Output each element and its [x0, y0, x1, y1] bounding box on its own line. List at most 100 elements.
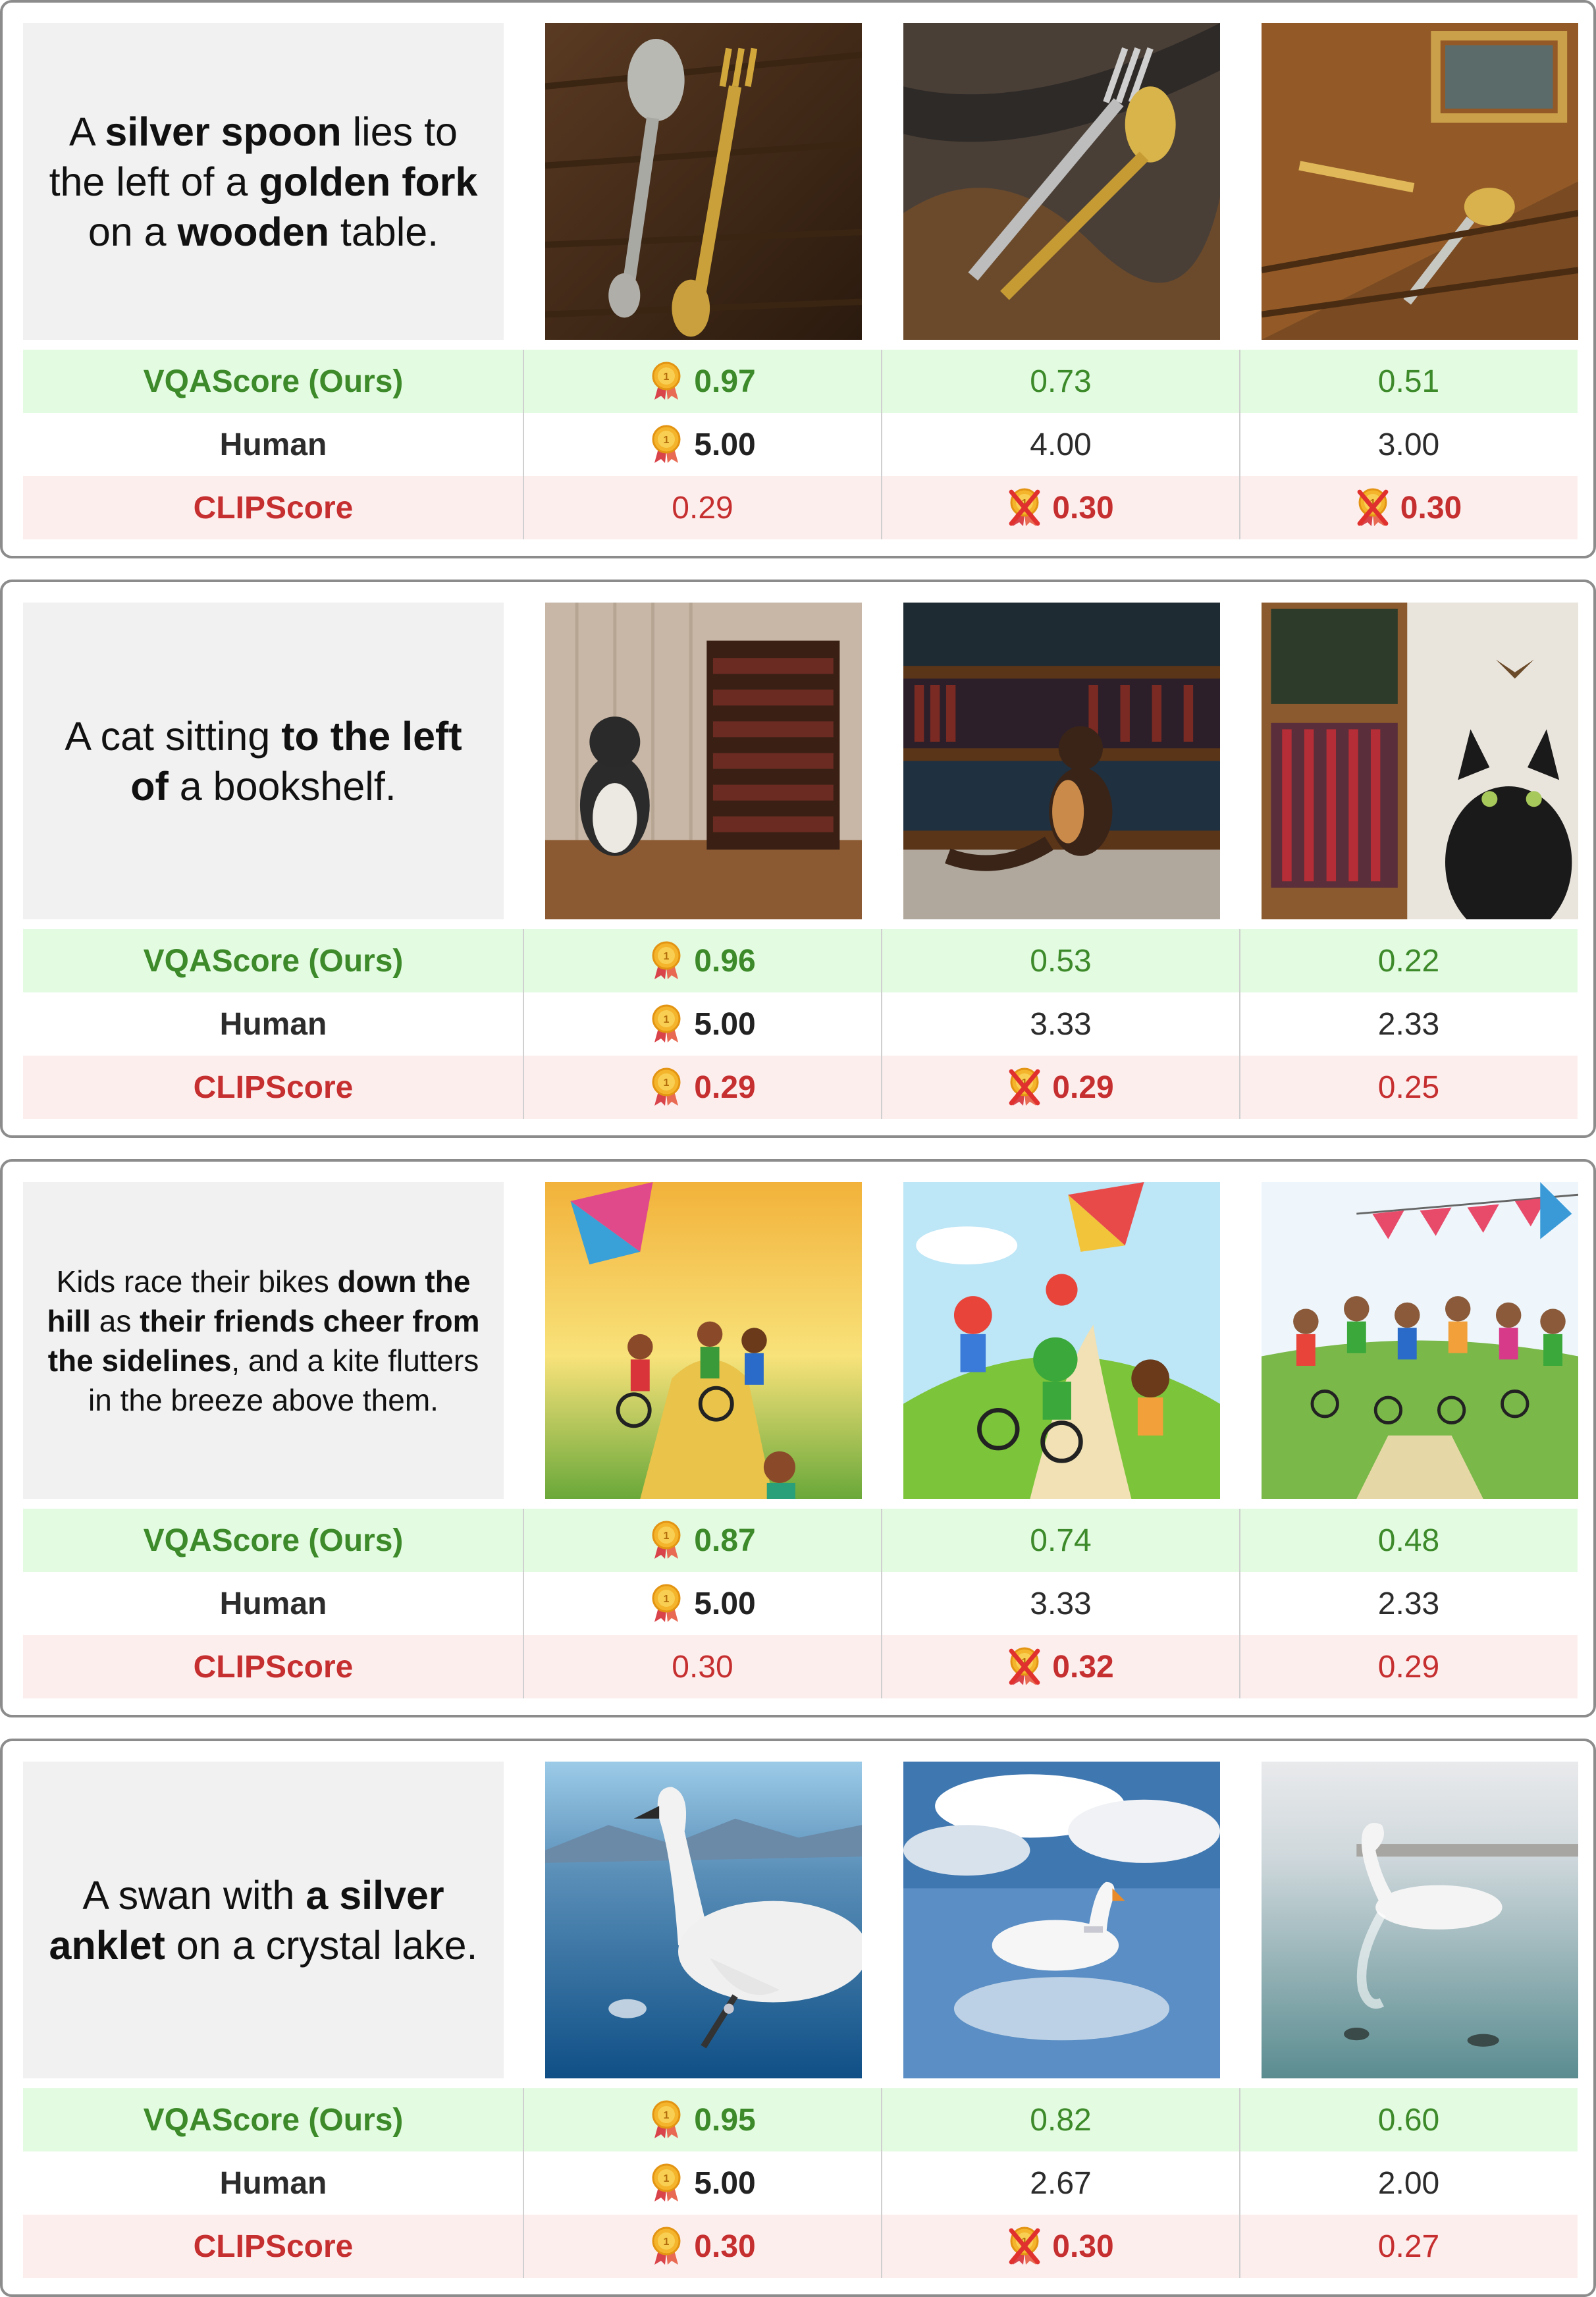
prompt-box: A swan with a silver anklet on a crystal…: [23, 1762, 504, 2078]
score-value: 2.33: [1377, 1586, 1440, 1621]
score-value: 0.25: [1377, 1069, 1440, 1105]
medal-icon: 1: [652, 362, 681, 400]
score-cell: 1 0.95: [523, 2088, 882, 2151]
svg-text:1: 1: [664, 1077, 670, 1089]
vqascore-row: VQAScore (Ours) 1 0.97 0.73 0.51: [23, 350, 1578, 413]
score-value: 0.30: [1052, 490, 1114, 526]
row-label-vqascore: VQAScore (Ours): [143, 1523, 404, 1558]
score-value: 0.30: [672, 1649, 733, 1685]
prompt-text: A swan with a silver anklet on a crystal…: [43, 1870, 484, 1970]
row-label-clipscore: CLIPScore: [193, 2229, 354, 2264]
prompt-text: Kids race their bikes down the hill as t…: [43, 1262, 484, 1420]
score-cell: 2.33: [1240, 1572, 1578, 1635]
score-value: 5.00: [694, 2165, 756, 2201]
spoon-fork-image-1: [545, 23, 862, 340]
clipscore-row: CLIPScore 1 0.29 1 0.29 0.25: [23, 1056, 1578, 1119]
crossed-medal-icon: 1: [1009, 1647, 1040, 1685]
score-value: 0.29: [694, 1069, 756, 1105]
svg-text:1: 1: [664, 2110, 670, 2121]
medal-icon: 1: [652, 1067, 681, 1106]
score-cell: 0.29: [523, 476, 882, 539]
human-row: Human 1 5.00 3.33 2.33: [23, 992, 1578, 1056]
prompt-bold-run: golden fork: [259, 159, 478, 204]
score-value: 0.95: [694, 2102, 756, 2138]
score-value: 0.29: [1052, 1069, 1114, 1105]
human-row: Human 1 5.00 3.33 2.33: [23, 1572, 1578, 1635]
swan-lake-image-3: [1262, 1762, 1578, 2078]
vqascore-row: VQAScore (Ours) 1 0.87 0.74 0.48: [23, 1509, 1578, 1572]
crossed-medal-icon: 1: [1009, 2227, 1040, 2265]
score-cell: 0.25: [1240, 1056, 1578, 1119]
score-cell: 3.33: [882, 992, 1240, 1056]
svg-text:1: 1: [664, 371, 670, 383]
score-value: 2.33: [1377, 1006, 1440, 1042]
medal-icon: 1: [652, 1584, 681, 1622]
score-cell: 3.00: [1240, 413, 1578, 476]
prompt-text: A cat sitting to the left of a bookshelf…: [43, 711, 484, 811]
svg-text:1: 1: [664, 2236, 670, 2248]
score-cell: 0.27: [1240, 2215, 1578, 2278]
human-row: Human 1 5.00 4.00 3.00: [23, 413, 1578, 476]
column-divider: [881, 929, 882, 1119]
score-cell: 0.60: [1240, 2088, 1578, 2151]
score-cell: 3.33: [882, 1572, 1240, 1635]
column-divider: [1239, 929, 1240, 1119]
score-cell: 1 0.96: [523, 929, 882, 992]
example-card: A silver spoon lies to the left of a gol…: [0, 0, 1596, 558]
column-divider: [1239, 1509, 1240, 1698]
score-value: 0.29: [1377, 1649, 1440, 1685]
prompt-box: Kids race their bikes down the hill as t…: [23, 1182, 504, 1499]
prompt-run: on a crystal lake.: [165, 1922, 478, 1968]
swan-lake-image-1: [545, 1762, 862, 2078]
prompt-bold-run: wooden: [177, 209, 329, 254]
score-cell: 1 0.30: [523, 2215, 882, 2278]
row-label-vqascore: VQAScore (Ours): [143, 364, 404, 399]
row-label-clipscore: CLIPScore: [193, 1069, 354, 1105]
score-cell: 1 5.00: [523, 992, 882, 1056]
score-value: 3.33: [1030, 1586, 1092, 1621]
example-card: Kids race their bikes down the hill as t…: [0, 1159, 1596, 1717]
prompt-bold-run: silver spoon: [105, 109, 342, 154]
score-value: 0.29: [672, 490, 733, 526]
prompt-run: A swan with: [82, 1872, 306, 1918]
crossed-medal-icon: 1: [1009, 1067, 1040, 1106]
score-value: 0.96: [694, 943, 756, 979]
score-value: 0.30: [1400, 490, 1462, 526]
human-row: Human 1 5.00 2.67 2.00: [23, 2151, 1578, 2215]
vqascore-row: VQAScore (Ours) 1 0.96 0.53 0.22: [23, 929, 1578, 992]
cat-bookshelf-image-3: [1262, 603, 1578, 919]
column-divider: [881, 1509, 882, 1698]
score-cell: 2.33: [1240, 992, 1578, 1056]
prompt-run: A cat sitting: [65, 713, 282, 759]
svg-text:1: 1: [664, 435, 670, 446]
row-label-vqascore: VQAScore (Ours): [143, 943, 404, 979]
medal-icon: 1: [652, 2100, 681, 2138]
score-cell: 0.82: [882, 2088, 1240, 2151]
score-value: 0.97: [694, 364, 756, 399]
medal-icon: 1: [652, 1521, 681, 1559]
score-value: 0.74: [1030, 1523, 1092, 1558]
prompt-box: A cat sitting to the left of a bookshelf…: [23, 603, 504, 919]
svg-text:1: 1: [664, 2173, 670, 2184]
score-cell: 0.48: [1240, 1509, 1578, 1572]
crossed-medal-icon: 1: [1009, 488, 1040, 526]
column-divider: [881, 2088, 882, 2278]
clipscore-row: CLIPScore 0.29 1 0.30 1 0.30: [23, 476, 1578, 539]
kids-bikes-kite-image-3: [1262, 1182, 1578, 1499]
score-value: 0.48: [1377, 1523, 1440, 1558]
score-cell: 0.73: [882, 350, 1240, 413]
score-value: 0.51: [1377, 364, 1440, 399]
score-cell: 1 0.32: [882, 1635, 1240, 1698]
score-cell: 1 0.29: [882, 1056, 1240, 1119]
column-divider: [1239, 350, 1240, 539]
svg-text:1: 1: [664, 1594, 670, 1605]
score-value: 2.00: [1377, 2165, 1440, 2201]
prompt-run: as: [90, 1303, 140, 1338]
row-label-vqascore: VQAScore (Ours): [143, 2102, 404, 2138]
score-cell: 1 0.30: [1240, 476, 1578, 539]
column-divider: [881, 350, 882, 539]
row-label-human: Human: [219, 1006, 327, 1042]
row-label-human: Human: [219, 1586, 327, 1621]
score-value: 0.60: [1377, 2102, 1440, 2138]
score-value: 5.00: [694, 427, 756, 462]
